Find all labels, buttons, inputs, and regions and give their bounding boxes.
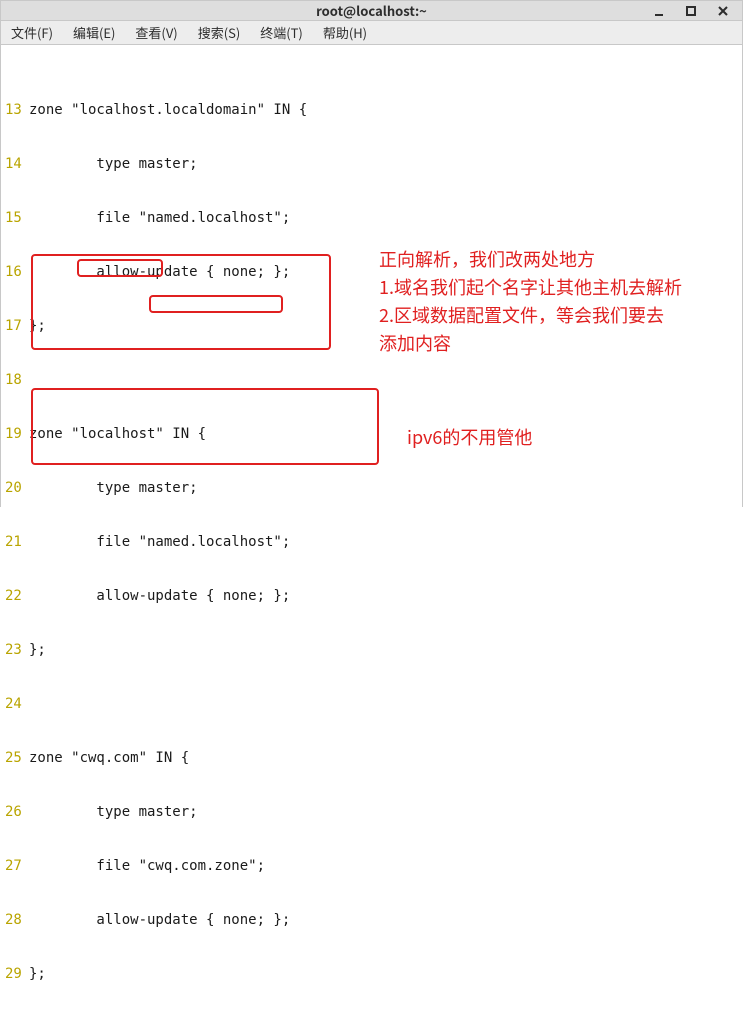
code-line: }; [29, 641, 742, 659]
code-line: zone "localhost" IN { [29, 425, 742, 443]
line-number: 13 [5, 101, 29, 119]
line-number: 16 [5, 263, 29, 281]
code-line: }; [29, 317, 742, 335]
line-number: 23 [5, 641, 29, 659]
window-title: root@localhost:~ [316, 1, 427, 20]
line-number: 17 [5, 317, 29, 335]
line-number: 28 [5, 911, 29, 929]
menu-file[interactable]: 文件(F) [7, 21, 57, 44]
line-number: 27 [5, 857, 29, 875]
menu-terminal[interactable]: 终端(T) [256, 21, 307, 44]
titlebar: root@localhost:~ [1, 1, 742, 21]
line-number: 25 [5, 749, 29, 767]
code-line: file "cwq.com.zone"; [29, 857, 742, 875]
code-line: type master; [29, 155, 742, 173]
code-line: type master; [29, 479, 742, 497]
menu-help[interactable]: 帮助(H) [319, 21, 371, 44]
line-number: 18 [5, 371, 29, 389]
line-number: 15 [5, 209, 29, 227]
code-line [29, 695, 742, 713]
menu-edit[interactable]: 编辑(E) [69, 21, 119, 44]
terminal-content[interactable]: 13zone "localhost.localdomain" IN { 14 t… [1, 45, 742, 1014]
highlight-zone-file [149, 295, 283, 313]
code-line: file "named.localhost"; [29, 533, 742, 551]
menu-view[interactable]: 查看(V) [131, 21, 181, 44]
menu-search[interactable]: 搜索(S) [194, 21, 245, 44]
close-icon [717, 5, 729, 17]
line-number: 20 [5, 479, 29, 497]
line-number: 26 [5, 803, 29, 821]
maximize-icon [685, 5, 697, 17]
line-number: 19 [5, 425, 29, 443]
line-number: 21 [5, 533, 29, 551]
terminal-window: root@localhost:~ 文件(F) 编辑(E) 查看(V) 搜索(S)… [0, 0, 743, 507]
close-button[interactable] [710, 0, 736, 22]
line-number: 29 [5, 965, 29, 983]
line-number: 14 [5, 155, 29, 173]
code-line: type master; [29, 803, 742, 821]
code-line: allow-update { none; }; [29, 263, 742, 281]
maximize-button[interactable] [678, 0, 704, 22]
code-line: allow-update { none; }; [29, 587, 742, 605]
code-line: zone "localhost.localdomain" IN { [29, 101, 742, 119]
code-line: allow-update { none; }; [29, 911, 742, 929]
menubar: 文件(F) 编辑(E) 查看(V) 搜索(S) 终端(T) 帮助(H) [1, 21, 742, 45]
line-number: 24 [5, 695, 29, 713]
code-line: }; [29, 965, 742, 983]
code-line: file "named.localhost"; [29, 209, 742, 227]
code-line: zone "cwq.com" IN { [29, 749, 742, 767]
minimize-icon [653, 5, 665, 17]
minimize-button[interactable] [646, 0, 672, 22]
line-number: 22 [5, 587, 29, 605]
code-line [29, 371, 742, 389]
window-controls [646, 1, 736, 20]
